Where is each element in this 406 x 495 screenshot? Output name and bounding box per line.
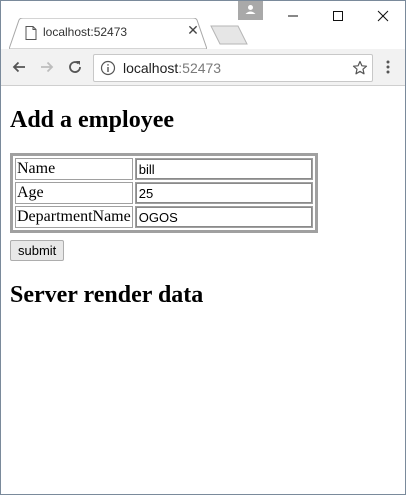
server-render-heading: Server render data	[10, 282, 204, 308]
url-text: localhost:52473	[123, 60, 221, 76]
browser-tab[interactable]: localhost:52473 ✕	[9, 18, 207, 49]
profile-button[interactable]	[238, 1, 263, 20]
back-button[interactable]	[8, 56, 30, 78]
title-bar: localhost:52473 ✕	[1, 1, 405, 49]
page-content: Add a employee Name Age DepartmentName s…	[1, 86, 405, 494]
browser-toolbar: localhost:52473	[1, 49, 405, 86]
form-row-age: Age	[15, 182, 313, 204]
url-port: :52473	[178, 60, 222, 76]
address-bar[interactable]: localhost:52473	[93, 54, 373, 82]
reload-button[interactable]	[64, 56, 86, 78]
department-cell	[134, 206, 313, 228]
tab-title: localhost:52473	[43, 25, 128, 39]
bookmark-star-icon[interactable]	[352, 60, 368, 76]
new-tab-button[interactable]	[210, 25, 248, 45]
close-window-button[interactable]	[360, 1, 405, 31]
name-label: Name	[15, 158, 133, 180]
department-name-label: DepartmentName	[15, 206, 133, 228]
info-icon[interactable]	[100, 60, 116, 76]
name-cell	[134, 158, 313, 180]
form-row-name: Name	[15, 158, 313, 180]
tab-close-icon[interactable]: ✕	[185, 22, 201, 38]
department-name-input[interactable]	[135, 207, 312, 227]
menu-icon[interactable]	[377, 56, 399, 78]
name-input[interactable]	[135, 159, 312, 179]
url-host: localhost	[123, 60, 179, 76]
age-label: Age	[15, 182, 133, 204]
page-title: Add a employee	[10, 107, 174, 133]
form-row-department: DepartmentName	[15, 206, 313, 228]
page-icon	[25, 26, 37, 40]
maximize-button[interactable]	[315, 1, 360, 31]
age-cell	[134, 182, 313, 204]
employee-form-table: Name Age DepartmentName	[10, 153, 318, 233]
submit-button[interactable]: submit	[10, 240, 65, 261]
minimize-button[interactable]	[270, 1, 315, 31]
age-input[interactable]	[135, 183, 312, 203]
browser-window: localhost:52473 ✕ localhost:52473 Add a …	[0, 0, 406, 495]
forward-button[interactable]	[36, 56, 58, 78]
